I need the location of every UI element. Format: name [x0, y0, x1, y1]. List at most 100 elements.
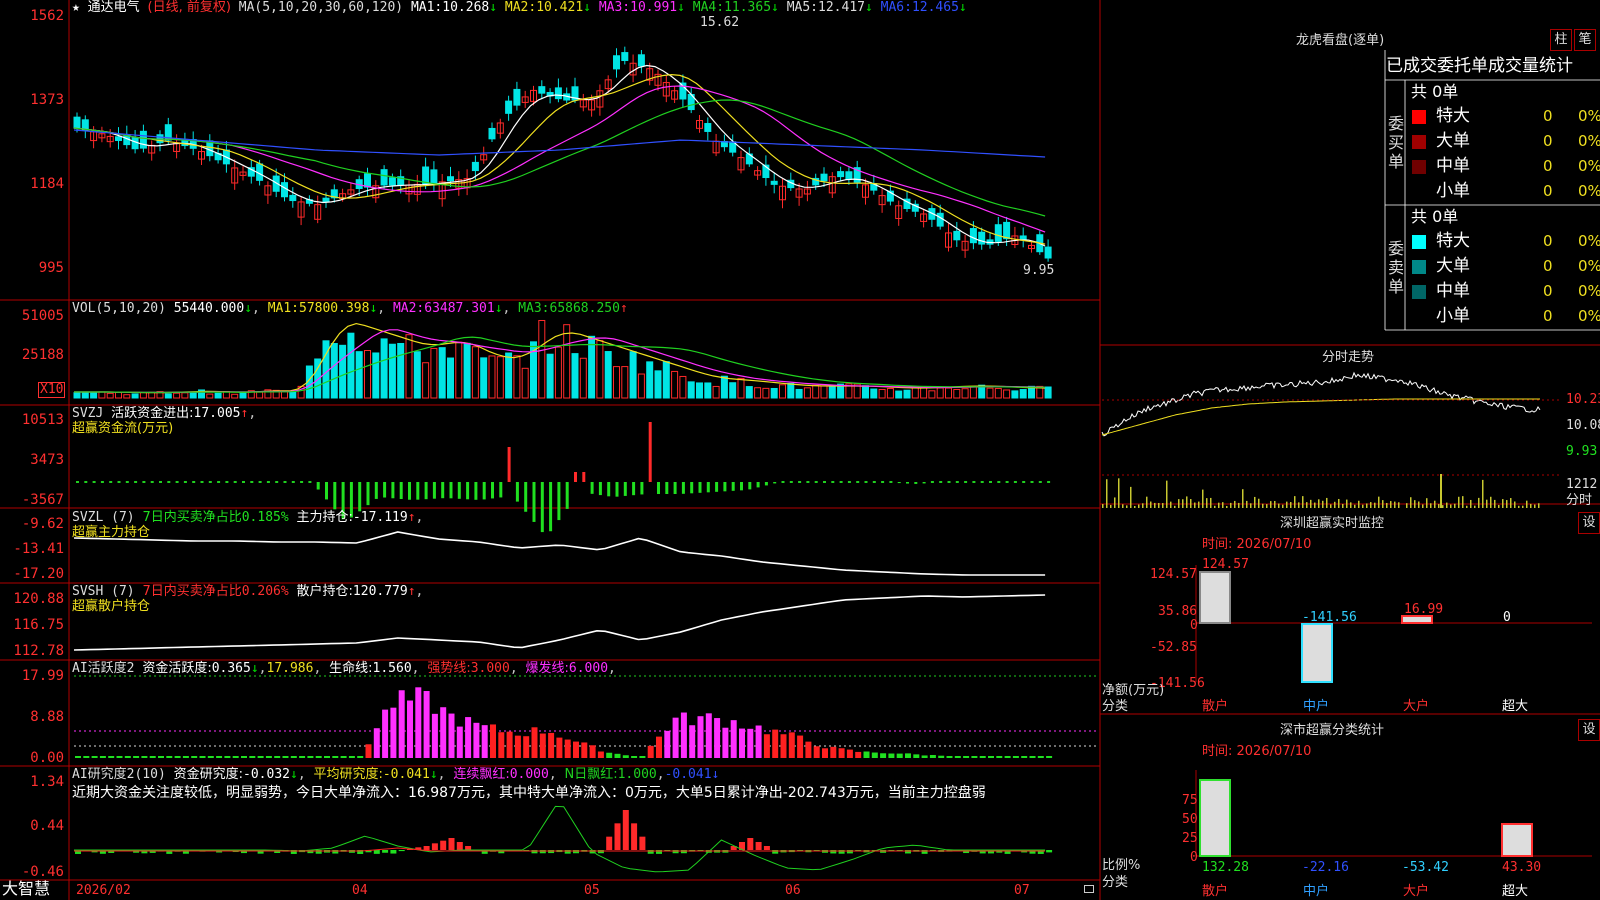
minute-vol-bar — [1222, 502, 1224, 508]
vol-bar-down — [330, 343, 338, 399]
active-bar — [705, 713, 712, 758]
sz-monitor-settings-button[interactable]: 设 — [1578, 512, 1600, 534]
vol-bar-down — [1011, 390, 1019, 399]
research-bar — [548, 850, 555, 854]
svzj-bar — [399, 482, 403, 499]
active-bar — [299, 756, 306, 758]
ai-active-v1b: 17.986 — [266, 661, 314, 676]
minute-vol-bar — [1162, 503, 1164, 508]
active-bar — [805, 741, 812, 758]
bar-mode-button[interactable]: 柱 — [1550, 29, 1572, 51]
vol-bar-down — [480, 357, 488, 399]
candle-down — [488, 127, 496, 140]
research-bar — [614, 823, 621, 850]
svzj-mark — [989, 481, 992, 483]
sell-color-swatch — [1412, 285, 1426, 299]
active-bar — [265, 756, 272, 758]
vol-bar-down — [629, 351, 637, 399]
active-bar — [83, 756, 90, 758]
candle-down — [936, 212, 944, 227]
sz-class-title: 深市超赢分类统计 — [1280, 723, 1385, 738]
svzj-mark — [964, 481, 968, 483]
minute-vol-bar — [1282, 504, 1284, 508]
svzj-bar — [665, 482, 669, 494]
vol-bar-up — [911, 387, 919, 399]
minute-vol-bar — [1378, 496, 1380, 508]
ai-research-v5: -0.041 — [664, 767, 712, 782]
research-bar — [456, 842, 463, 850]
svzj-bar — [598, 482, 602, 496]
svzj-bar — [698, 482, 702, 493]
kline-y-tick: 995 — [38, 260, 64, 276]
ai-research-l3: 连续飘红: — [453, 767, 510, 782]
svzj-mark — [233, 481, 237, 483]
candle-down — [637, 54, 645, 67]
svzl-label: 主力持仓: — [296, 510, 353, 525]
sell-row-count: 0 — [1543, 282, 1553, 300]
sz-monitor-category: 散户 — [1202, 699, 1229, 714]
vol-bar-down — [903, 389, 911, 399]
period-label[interactable]: (日线, 前复权) — [148, 0, 231, 15]
active-bar — [763, 734, 770, 758]
minute-vol-bar — [1534, 504, 1536, 508]
svzj-bar — [482, 482, 486, 500]
vol-bar-up — [969, 386, 977, 399]
lock-icon[interactable] — [1084, 885, 1094, 893]
vol-ma2-line — [74, 329, 1046, 393]
active-bar — [174, 756, 181, 758]
minute-title: 分时走势 — [1322, 350, 1375, 365]
sz-class-y-tick: 75 — [1182, 793, 1198, 808]
sz-class-settings-button[interactable]: 设 — [1578, 719, 1600, 741]
svzj-bar — [491, 482, 494, 499]
stock-name: 通达电气 — [87, 0, 140, 15]
active-bar — [855, 751, 862, 758]
research-bar — [747, 838, 754, 850]
ai-research-a5: ↓ — [711, 767, 720, 782]
minute-vol-bar — [1366, 503, 1368, 508]
minute-vol-bar — [1318, 499, 1320, 508]
active-bar — [996, 756, 1003, 758]
vol-bar-up — [803, 387, 811, 399]
active-bar — [954, 756, 961, 758]
vol-bar-down — [164, 393, 172, 399]
svzj-bar — [731, 482, 735, 491]
research-bar — [606, 836, 613, 850]
minute-vol-bar — [1266, 504, 1268, 508]
svsh-value: 120.779 — [352, 584, 408, 599]
minute-vol-bar — [1342, 503, 1344, 508]
minute-vol-bar — [1202, 489, 1204, 508]
minute-vol-bar — [1454, 503, 1456, 508]
minute-vol-bar — [1474, 505, 1476, 508]
vol-bar-up — [712, 385, 720, 399]
minute-vol-bar — [1406, 503, 1408, 508]
tick-mode-button[interactable]: 笔 — [1574, 29, 1596, 51]
active-bar — [622, 755, 629, 758]
svzj-bar — [640, 482, 644, 495]
active-bar — [963, 756, 970, 758]
svzj-bar — [408, 482, 411, 500]
vol-bar-up — [430, 347, 438, 399]
svzj-bar — [391, 482, 395, 499]
active-bar — [348, 756, 355, 758]
ma1-arrow: ↓ — [489, 0, 498, 15]
vol-ma1-value: 57800.398 — [299, 301, 370, 316]
sell-row-count: 0 — [1543, 232, 1553, 250]
ma6-arrow: ↓ — [958, 0, 967, 15]
vol-bar-down — [604, 351, 612, 399]
favorite-star-icon[interactable]: ★ — [72, 0, 80, 15]
ma5-arrow: ↓ — [864, 0, 873, 15]
vol-bar-up — [613, 366, 620, 399]
minute-vol-bar — [1206, 498, 1208, 508]
svzj-bar — [740, 482, 743, 491]
vol-bar-up — [231, 393, 239, 399]
candle-down — [953, 230, 961, 241]
research-bar — [440, 840, 447, 850]
svzj-bar — [532, 482, 536, 522]
active-bar — [921, 755, 928, 758]
vol-bar-down — [745, 386, 753, 399]
svzj-bar — [457, 482, 461, 499]
svzj-mark — [1005, 481, 1009, 483]
svzj-bar — [922, 482, 926, 484]
vol-bar-up — [521, 367, 529, 399]
sz-class-value: -53.42 — [1402, 860, 1449, 875]
